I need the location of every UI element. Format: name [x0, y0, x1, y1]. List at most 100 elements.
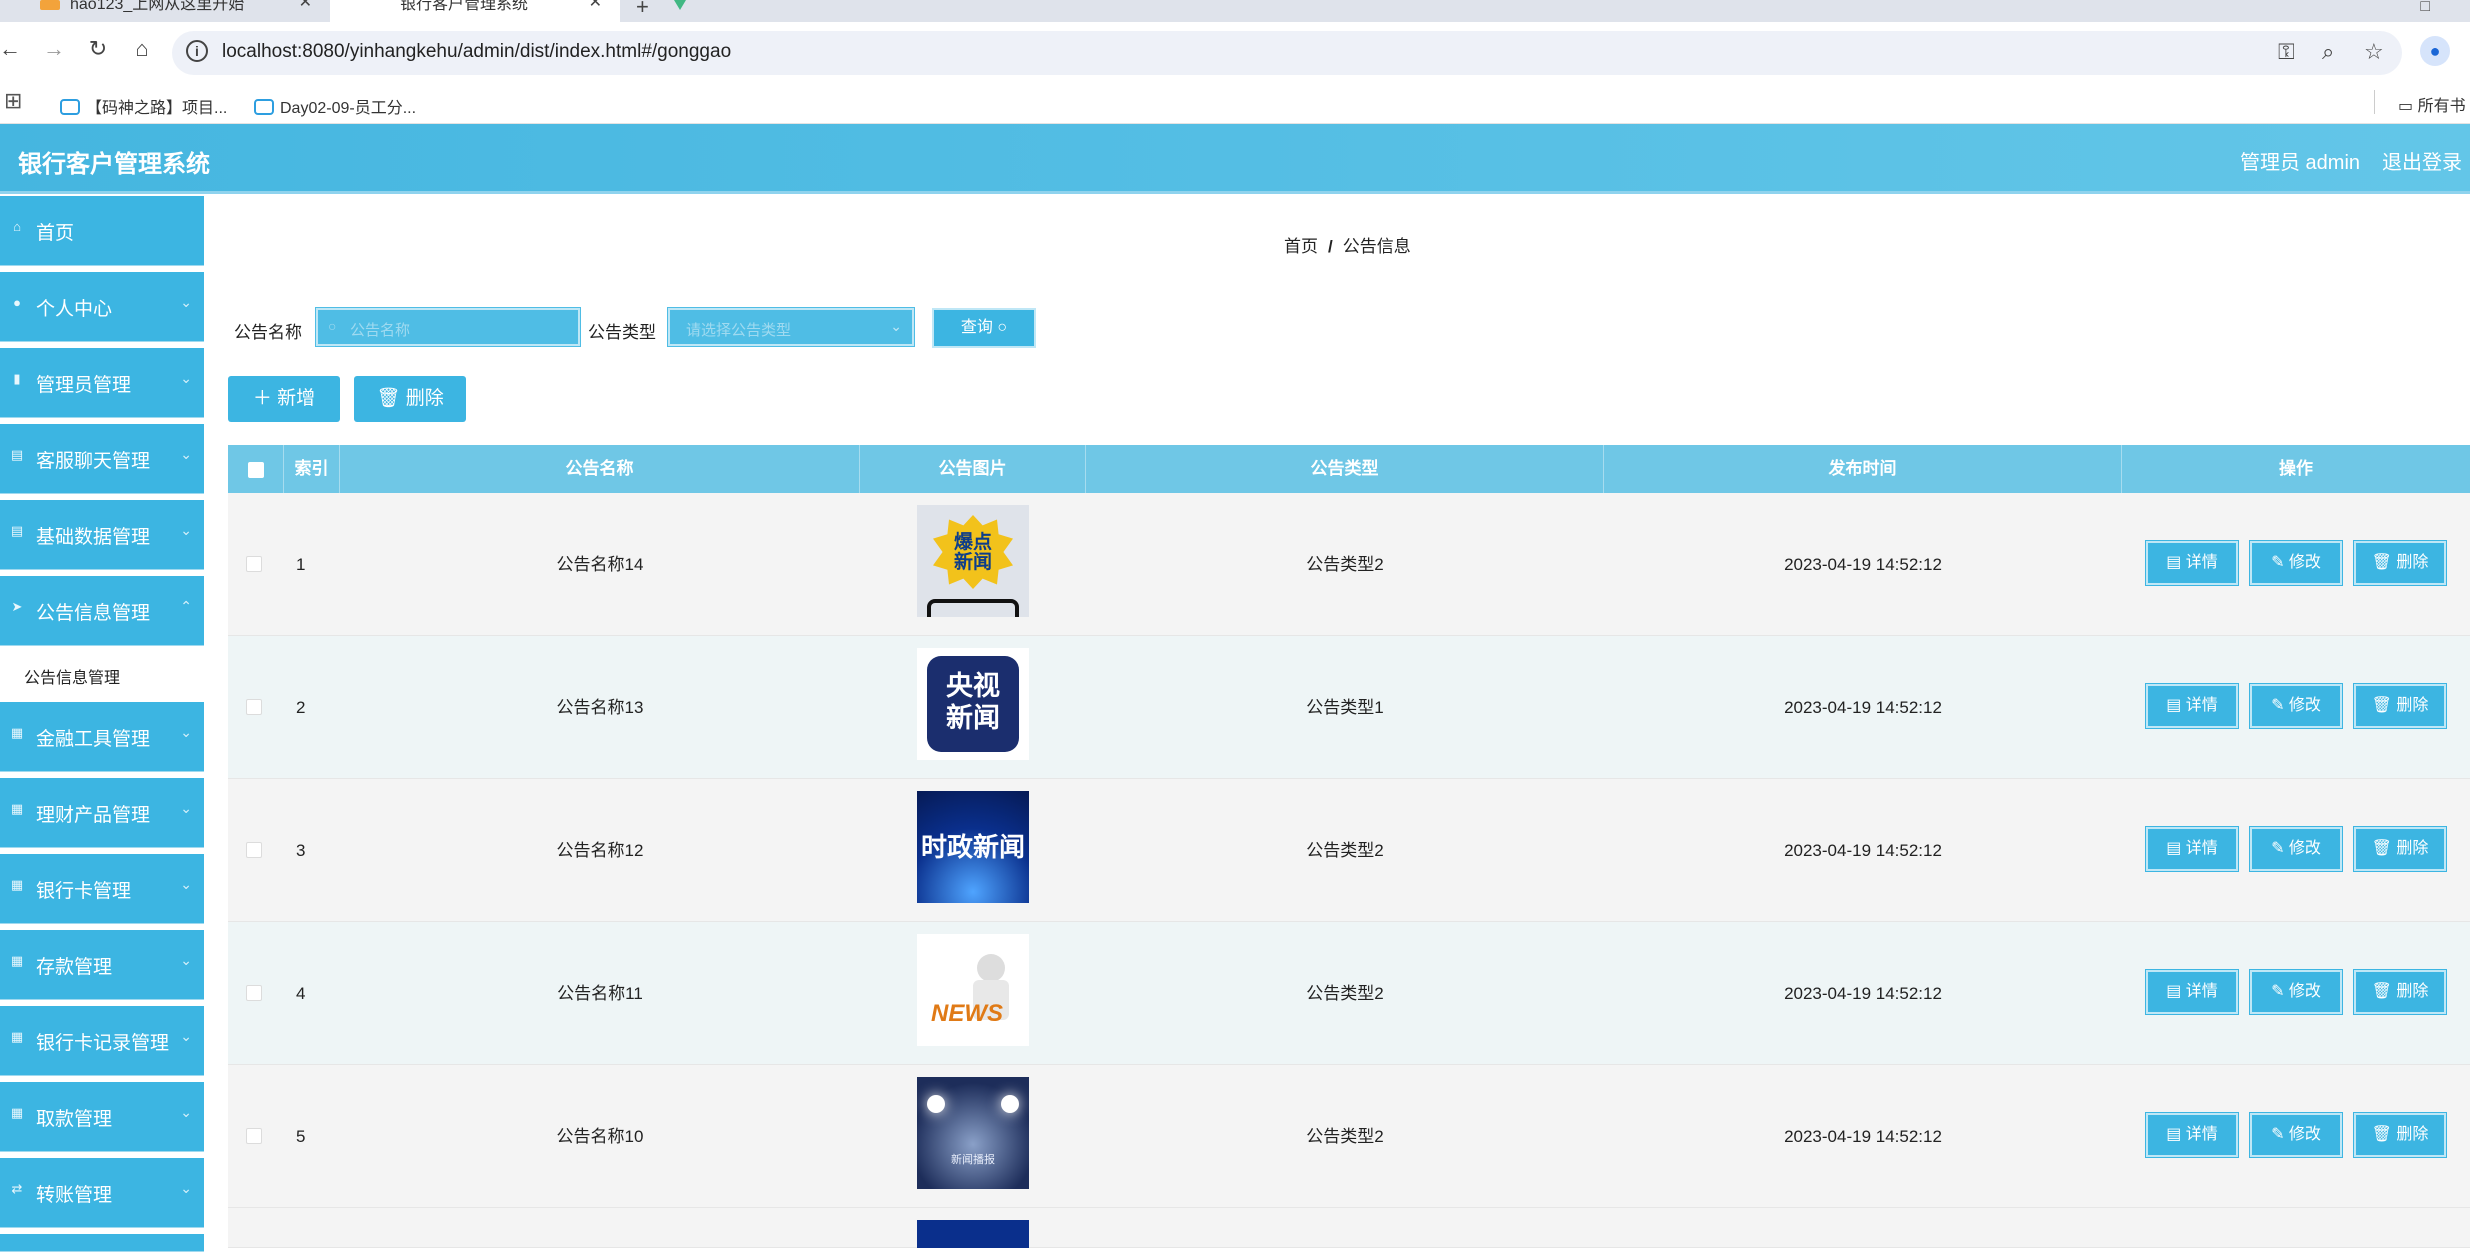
row-notice-name: 公告名称12	[556, 841, 644, 860]
sidebar-item-finance-tools[interactable]: ▦ 金融工具管理 ⌄	[0, 702, 204, 772]
row-publish-time: 2023-04-19 14:52:12	[1784, 1127, 1942, 1146]
sidebar-item-admin[interactable]: ▮ 管理员管理 ⌄	[0, 348, 204, 418]
add-button[interactable]: ＋ 新增	[228, 376, 340, 422]
notice-name-input[interactable]: ○ 公告名称	[315, 307, 581, 347]
row-notice-image: NEWS	[917, 934, 1029, 1046]
reload-icon[interactable]: ↻	[82, 36, 114, 62]
folder-icon: ▭	[2398, 98, 2418, 115]
edit-button[interactable]: ✎ 修改	[2249, 683, 2343, 729]
profile-avatar-icon[interactable]: ●	[2420, 36, 2450, 66]
detail-button[interactable]: ▤ 详情	[2145, 540, 2239, 586]
trash-icon: 🗑	[2371, 697, 2397, 714]
sidebar-item-label: 基础数据管理	[36, 527, 151, 548]
notice-type-select[interactable]: 请选择公告类型 ⌄	[667, 307, 915, 347]
document-icon: ▤	[2166, 697, 2186, 714]
delete-button[interactable]: 🗑 删除	[2353, 826, 2447, 872]
pencil-icon: ✎	[2271, 697, 2289, 714]
browser-tab-active[interactable]: 银行客户管理系统 ✕	[330, 0, 686, 22]
sidebar-item-profile[interactable]: ● 个人中心 ⌄	[0, 272, 204, 342]
zoom-icon[interactable]: ⌕	[2322, 39, 2334, 65]
row-notice-type: 公告类型1	[1306, 698, 1384, 717]
forward-icon[interactable]: →	[38, 36, 70, 62]
sidebar-item-notice[interactable]: ➤ 公告信息管理 ⌃	[0, 576, 204, 646]
row-notice-image: 新闻播报	[917, 1077, 1029, 1189]
sidebar-item-basic-data[interactable]: ▤ 基础数据管理 ⌄	[0, 500, 204, 570]
edit-button[interactable]: ✎ 修改	[2249, 1112, 2343, 1158]
pencil-icon: ✎	[2271, 840, 2289, 857]
breadcrumb-current: 公告信息	[1342, 237, 1411, 256]
hao123-favicon-icon	[40, 0, 60, 10]
delete-button[interactable]: 🗑 删除	[2353, 683, 2447, 729]
bookmark-item[interactable]: 【码神之路】项目...	[60, 94, 227, 118]
edit-button[interactable]: ✎ 修改	[2249, 826, 2343, 872]
row-checkbox[interactable]	[246, 985, 262, 1001]
sidebar-item-label: 转账管理	[36, 1185, 113, 1206]
row-checkbox[interactable]	[246, 699, 262, 715]
sidebar-item-home[interactable]: ⌂ 首页	[0, 196, 204, 266]
sidebar-item-transfer[interactable]: ⇄ 转账管理 ⌄	[0, 1158, 204, 1228]
new-tab-icon[interactable]: +	[636, 0, 649, 20]
back-icon[interactable]: ←	[0, 36, 26, 62]
transfer-icon: ⇄	[11, 1181, 23, 1196]
row-checkbox[interactable]	[246, 842, 262, 858]
select-placeholder: 请选择公告类型	[686, 322, 792, 339]
submenu-label: 公告信息管理	[24, 670, 121, 687]
column-header-type: 公告类型	[1086, 445, 1604, 493]
chevron-down-icon: ⌄	[180, 800, 192, 816]
edit-button[interactable]: ✎ 修改	[2249, 540, 2343, 586]
delete-button[interactable]: 🗑 删除	[2353, 969, 2447, 1015]
browser-toolbar: ← → ↻ ⌂ i localhost:8080/yinhangkehu/adm…	[0, 22, 2470, 84]
home-icon[interactable]: ⌂	[126, 36, 158, 62]
query-button-label: 查询	[960, 319, 993, 336]
sidebar-item-more[interactable]	[0, 1234, 204, 1252]
user-icon: ●	[13, 295, 21, 310]
bookmark-item[interactable]: Day02-09-员工分...	[254, 94, 416, 118]
detail-button[interactable]: ▤ 详情	[2145, 683, 2239, 729]
row-checkbox[interactable]	[246, 1128, 262, 1144]
document-icon: ▤	[2166, 840, 2186, 857]
edit-button[interactable]: ✎ 修改	[2249, 969, 2343, 1015]
send-icon: ➤	[11, 599, 23, 614]
breadcrumb-home[interactable]: 首页	[1284, 237, 1318, 256]
query-button[interactable]: 查询 ○	[932, 308, 1036, 348]
sidebar-item-wealth-products[interactable]: ▦ 理财产品管理 ⌄	[0, 778, 204, 848]
sidebar-item-card-records[interactable]: ▦ 银行卡记录管理 ⌄	[0, 1006, 204, 1076]
row-publish-time: 2023-04-19 14:52:12	[1784, 984, 1942, 1003]
pencil-icon: ✎	[2271, 1126, 2289, 1143]
batch-delete-button[interactable]: 🗑 删除	[354, 376, 466, 422]
address-bar[interactable]: i localhost:8080/yinhangkehu/admin/dist/…	[172, 31, 2402, 75]
browser-tab-hao123[interactable]: hao123_上网从这里开始 ✕	[0, 0, 330, 22]
row-notice-image: 爆点新闻	[917, 505, 1029, 617]
submenu-notice-management[interactable]: 公告信息管理	[0, 646, 204, 702]
detail-button[interactable]: ▤ 详情	[2145, 969, 2239, 1015]
detail-button[interactable]: ▤ 详情	[2145, 826, 2239, 872]
detail-button[interactable]: ▤ 详情	[2145, 1112, 2239, 1158]
window-restore-icon[interactable]: □	[2420, 0, 2430, 16]
sidebar-item-bank-card[interactable]: ▦ 银行卡管理 ⌄	[0, 854, 204, 924]
apps-grid-icon[interactable]: ⊞	[4, 88, 22, 114]
bookmark-star-icon[interactable]: ☆	[2364, 39, 2384, 65]
row-notice-type: 公告类型2	[1306, 1127, 1384, 1146]
delete-button[interactable]: 🗑 删除	[2353, 540, 2447, 586]
password-key-icon[interactable]: ⚿	[2278, 39, 2295, 65]
sidebar-item-deposit[interactable]: ▦ 存款管理 ⌄	[0, 930, 204, 1000]
site-info-icon[interactable]: i	[186, 40, 208, 62]
delete-button[interactable]: 🗑 删除	[2353, 1112, 2447, 1158]
row-checkbox[interactable]	[246, 556, 262, 572]
close-tab-icon[interactable]: ✕	[299, 0, 312, 11]
sidebar-item-label: 公告信息管理	[36, 603, 151, 624]
bilibili-icon	[254, 99, 274, 115]
close-tab-icon[interactable]: ✕	[589, 0, 602, 11]
all-bookmarks-folder[interactable]: ▭ 所有书	[2398, 92, 2466, 116]
sidebar-item-label: 银行卡记录管理	[36, 1033, 170, 1054]
chevron-down-icon: ⌄	[180, 522, 192, 538]
current-user: 管理员 admin	[2240, 152, 2361, 174]
sidebar-item-chat[interactable]: ▤ 客服聊天管理 ⌄	[0, 424, 204, 494]
logout-link[interactable]: 退出登录	[2382, 146, 2462, 175]
browser-tab-strip: hao123_上网从这里开始 ✕ 银行客户管理系统 ✕ + □	[0, 0, 2470, 22]
row-notice-image: 央视新闻	[917, 648, 1029, 760]
main-content: 首页 / 公告信息 公告名称 ○ 公告名称 公告类型 请选择公告类型 ⌄ 查询 ○ …	[206, 196, 2470, 1252]
select-all-checkbox[interactable]	[248, 462, 264, 478]
url-text[interactable]: localhost:8080/yinhangkehu/admin/dist/in…	[222, 41, 731, 63]
sidebar-item-withdraw[interactable]: ▦ 取款管理 ⌄	[0, 1082, 204, 1152]
